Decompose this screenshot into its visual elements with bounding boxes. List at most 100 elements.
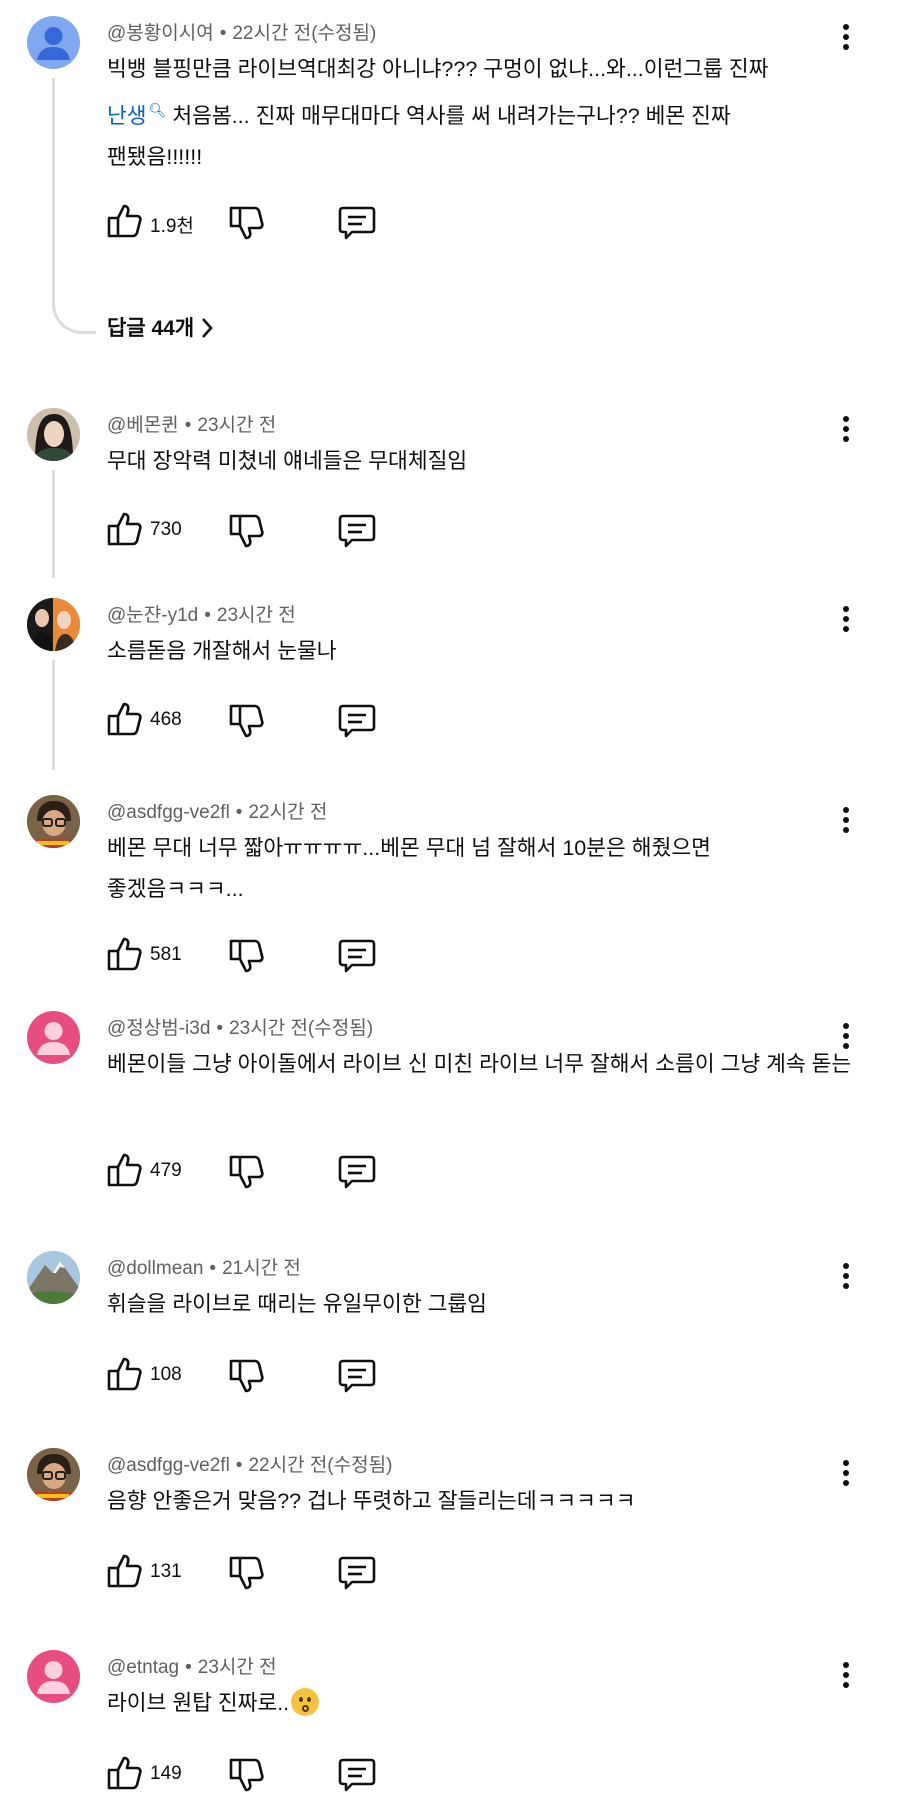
profile-photo xyxy=(27,408,80,461)
default-person-icon xyxy=(37,1661,70,1694)
comment-icon[interactable] xyxy=(338,1355,376,1395)
thumbs-down-icon[interactable] xyxy=(228,700,266,740)
comment-meta: @dollmean • 21시간 전 xyxy=(107,1258,301,1279)
thumbs-down-icon[interactable] xyxy=(228,935,266,975)
thumbs-down-icon[interactable] xyxy=(228,202,266,242)
thread-line xyxy=(52,660,55,770)
author-name[interactable]: @dollmean xyxy=(107,1258,203,1279)
comment-icon[interactable] xyxy=(338,935,376,975)
more-vertical-icon[interactable] xyxy=(834,1662,858,1696)
comment-meta: @봉황이시여 • 22시간 전(수정됨) xyxy=(107,23,377,44)
like-count: 581 xyxy=(150,944,182,965)
comment-text: 라이브 원탑 진짜로.. xyxy=(107,1683,852,1724)
author-name[interactable]: @asdfgg-ve2fl xyxy=(107,802,230,823)
thumbs-up-icon[interactable] xyxy=(106,1151,144,1191)
like-count: 479 xyxy=(150,1160,182,1181)
comment-meta: @asdfgg-ve2fl • 22시간 전 xyxy=(107,802,328,823)
avatar[interactable] xyxy=(27,598,80,651)
thumbs-up-icon[interactable] xyxy=(106,935,144,975)
timestamp: 23시간 전 xyxy=(197,1657,277,1678)
like-count: 468 xyxy=(150,709,182,730)
avatar[interactable] xyxy=(27,1448,80,1501)
thumbs-down-icon[interactable] xyxy=(228,510,266,550)
profile-photo xyxy=(27,1251,80,1304)
comment-meta: @etntag • 23시간 전 xyxy=(107,1657,277,1678)
comment-text-line: 난생 🔍︎ 처음봄... 진짜 매무대마다 역사를 써 내려가는구나?? 베몬 진짜 xyxy=(107,102,731,129)
comment-icon[interactable] xyxy=(338,1552,376,1592)
avatar[interactable] xyxy=(27,1011,80,1064)
avatar[interactable] xyxy=(27,408,80,461)
comment-meta: @정상범-i3d • 23시간 전(수정됨) xyxy=(107,1018,374,1039)
comment-text-line: 팬됐음!!!!!! xyxy=(107,145,203,170)
profile-photo xyxy=(27,795,80,848)
thread-curve xyxy=(52,300,96,334)
thumbs-down-icon[interactable] xyxy=(228,1552,266,1592)
search-link[interactable]: 난생 xyxy=(107,104,147,128)
comment-text: 빅뱅 블핑만큼 라이브역대최강 아니냐??? 구멍이 없냐...와...이런그룹… xyxy=(107,49,852,178)
author-name[interactable]: @눈쟌-y1d xyxy=(107,605,198,626)
comment-meta: @베몬퀸 • 23시간 전 xyxy=(107,415,277,436)
timestamp: 23시간 전 xyxy=(216,605,296,626)
thumbs-up-icon[interactable] xyxy=(106,1552,144,1592)
author-name[interactable]: @정상범-i3d xyxy=(107,1018,210,1039)
comment-meta: @눈쟌-y1d • 23시간 전 xyxy=(107,605,296,626)
avatar[interactable] xyxy=(27,16,80,69)
thumbs-down-icon[interactable] xyxy=(228,1355,266,1395)
comment-text: 소름돋음 개잘해서 눈물나 xyxy=(107,639,337,663)
thread-line xyxy=(52,470,55,578)
search-icon[interactable]: 🔍︎ xyxy=(149,102,167,118)
comment-icon[interactable] xyxy=(338,202,376,242)
thumbs-down-icon[interactable] xyxy=(228,1754,266,1794)
default-person-icon xyxy=(37,27,70,60)
more-vertical-icon[interactable] xyxy=(834,24,858,58)
profile-photo xyxy=(27,598,80,651)
timestamp: 22시간 전 xyxy=(248,802,328,823)
timestamp: 22시간 전(수정됨) xyxy=(232,23,377,44)
comment-meta: @asdfgg-ve2fl • 22시간 전(수정됨) xyxy=(107,1455,393,1476)
timestamp: 23시간 전(수정됨) xyxy=(229,1018,374,1039)
thumbs-up-icon[interactable] xyxy=(106,1355,144,1395)
timestamp: 23시간 전 xyxy=(197,415,277,436)
thumbs-up-icon[interactable] xyxy=(106,510,144,550)
like-count: 149 xyxy=(150,1763,182,1784)
author-name[interactable]: @봉황이시여 xyxy=(107,23,214,44)
comment-text: 베몬이들 그냥 아이돌에서 라이브 신 미친 라이브 너무 잘해서 소름이 그냥… xyxy=(107,1052,852,1076)
hushed-face-emoji xyxy=(291,1688,320,1716)
more-vertical-icon[interactable] xyxy=(834,1263,858,1297)
more-vertical-icon[interactable] xyxy=(834,606,858,640)
comment-icon[interactable] xyxy=(338,510,376,550)
comment-text: 음향 안좋은거 맞음?? 겁나 뚜렷하고 잘들리는데ㅋㅋㅋㅋㅋ xyxy=(107,1489,636,1513)
profile-photo xyxy=(27,1448,80,1501)
more-vertical-icon[interactable] xyxy=(834,416,858,450)
comment-icon[interactable] xyxy=(338,1754,376,1794)
chevron-right-icon xyxy=(202,318,213,338)
like-count: 730 xyxy=(150,519,182,540)
more-vertical-icon[interactable] xyxy=(834,1023,858,1057)
thumbs-up-icon[interactable] xyxy=(106,700,144,740)
replies-button[interactable]: 답글 44개 xyxy=(107,312,214,342)
comment-text-line: 빅뱅 블핑만큼 라이브역대최강 아니냐??? 구멍이 없냐...와...이런그룹… xyxy=(107,57,769,81)
default-person-icon xyxy=(37,1022,70,1055)
like-count: 131 xyxy=(150,1561,182,1582)
like-count: 1.9천 xyxy=(150,216,194,237)
thumbs-up-icon[interactable] xyxy=(106,1754,144,1794)
more-vertical-icon[interactable] xyxy=(834,1460,858,1494)
author-name[interactable]: @asdfgg-ve2fl xyxy=(107,1455,230,1476)
comment-icon[interactable] xyxy=(338,700,376,740)
thumbs-down-icon[interactable] xyxy=(228,1151,266,1191)
like-count: 108 xyxy=(150,1364,182,1385)
author-name[interactable]: @베몬퀸 xyxy=(107,415,179,436)
comment-text: 휘슬을 라이브로 때리는 유일무이한 그룹임 xyxy=(107,1292,487,1316)
timestamp: 22시간 전(수정됨) xyxy=(248,1455,393,1476)
comment-icon[interactable] xyxy=(338,1151,376,1191)
author-name[interactable]: @etntag xyxy=(107,1657,179,1678)
thread-line xyxy=(52,78,55,302)
more-vertical-icon[interactable] xyxy=(834,807,858,841)
avatar[interactable] xyxy=(27,795,80,848)
comment-text: 무대 장악력 미쳤네 얘네들은 무대체질임 xyxy=(107,449,468,473)
thumbs-up-icon[interactable] xyxy=(106,202,144,242)
avatar[interactable] xyxy=(27,1650,80,1703)
avatar[interactable] xyxy=(27,1251,80,1304)
timestamp: 21시간 전 xyxy=(222,1258,301,1279)
comment-text: 베몬 무대 너무 짧아ㅠㅠㅠㅠ...베몬 무대 넘 잘해서 10분은 해줬으면 … xyxy=(107,836,711,901)
